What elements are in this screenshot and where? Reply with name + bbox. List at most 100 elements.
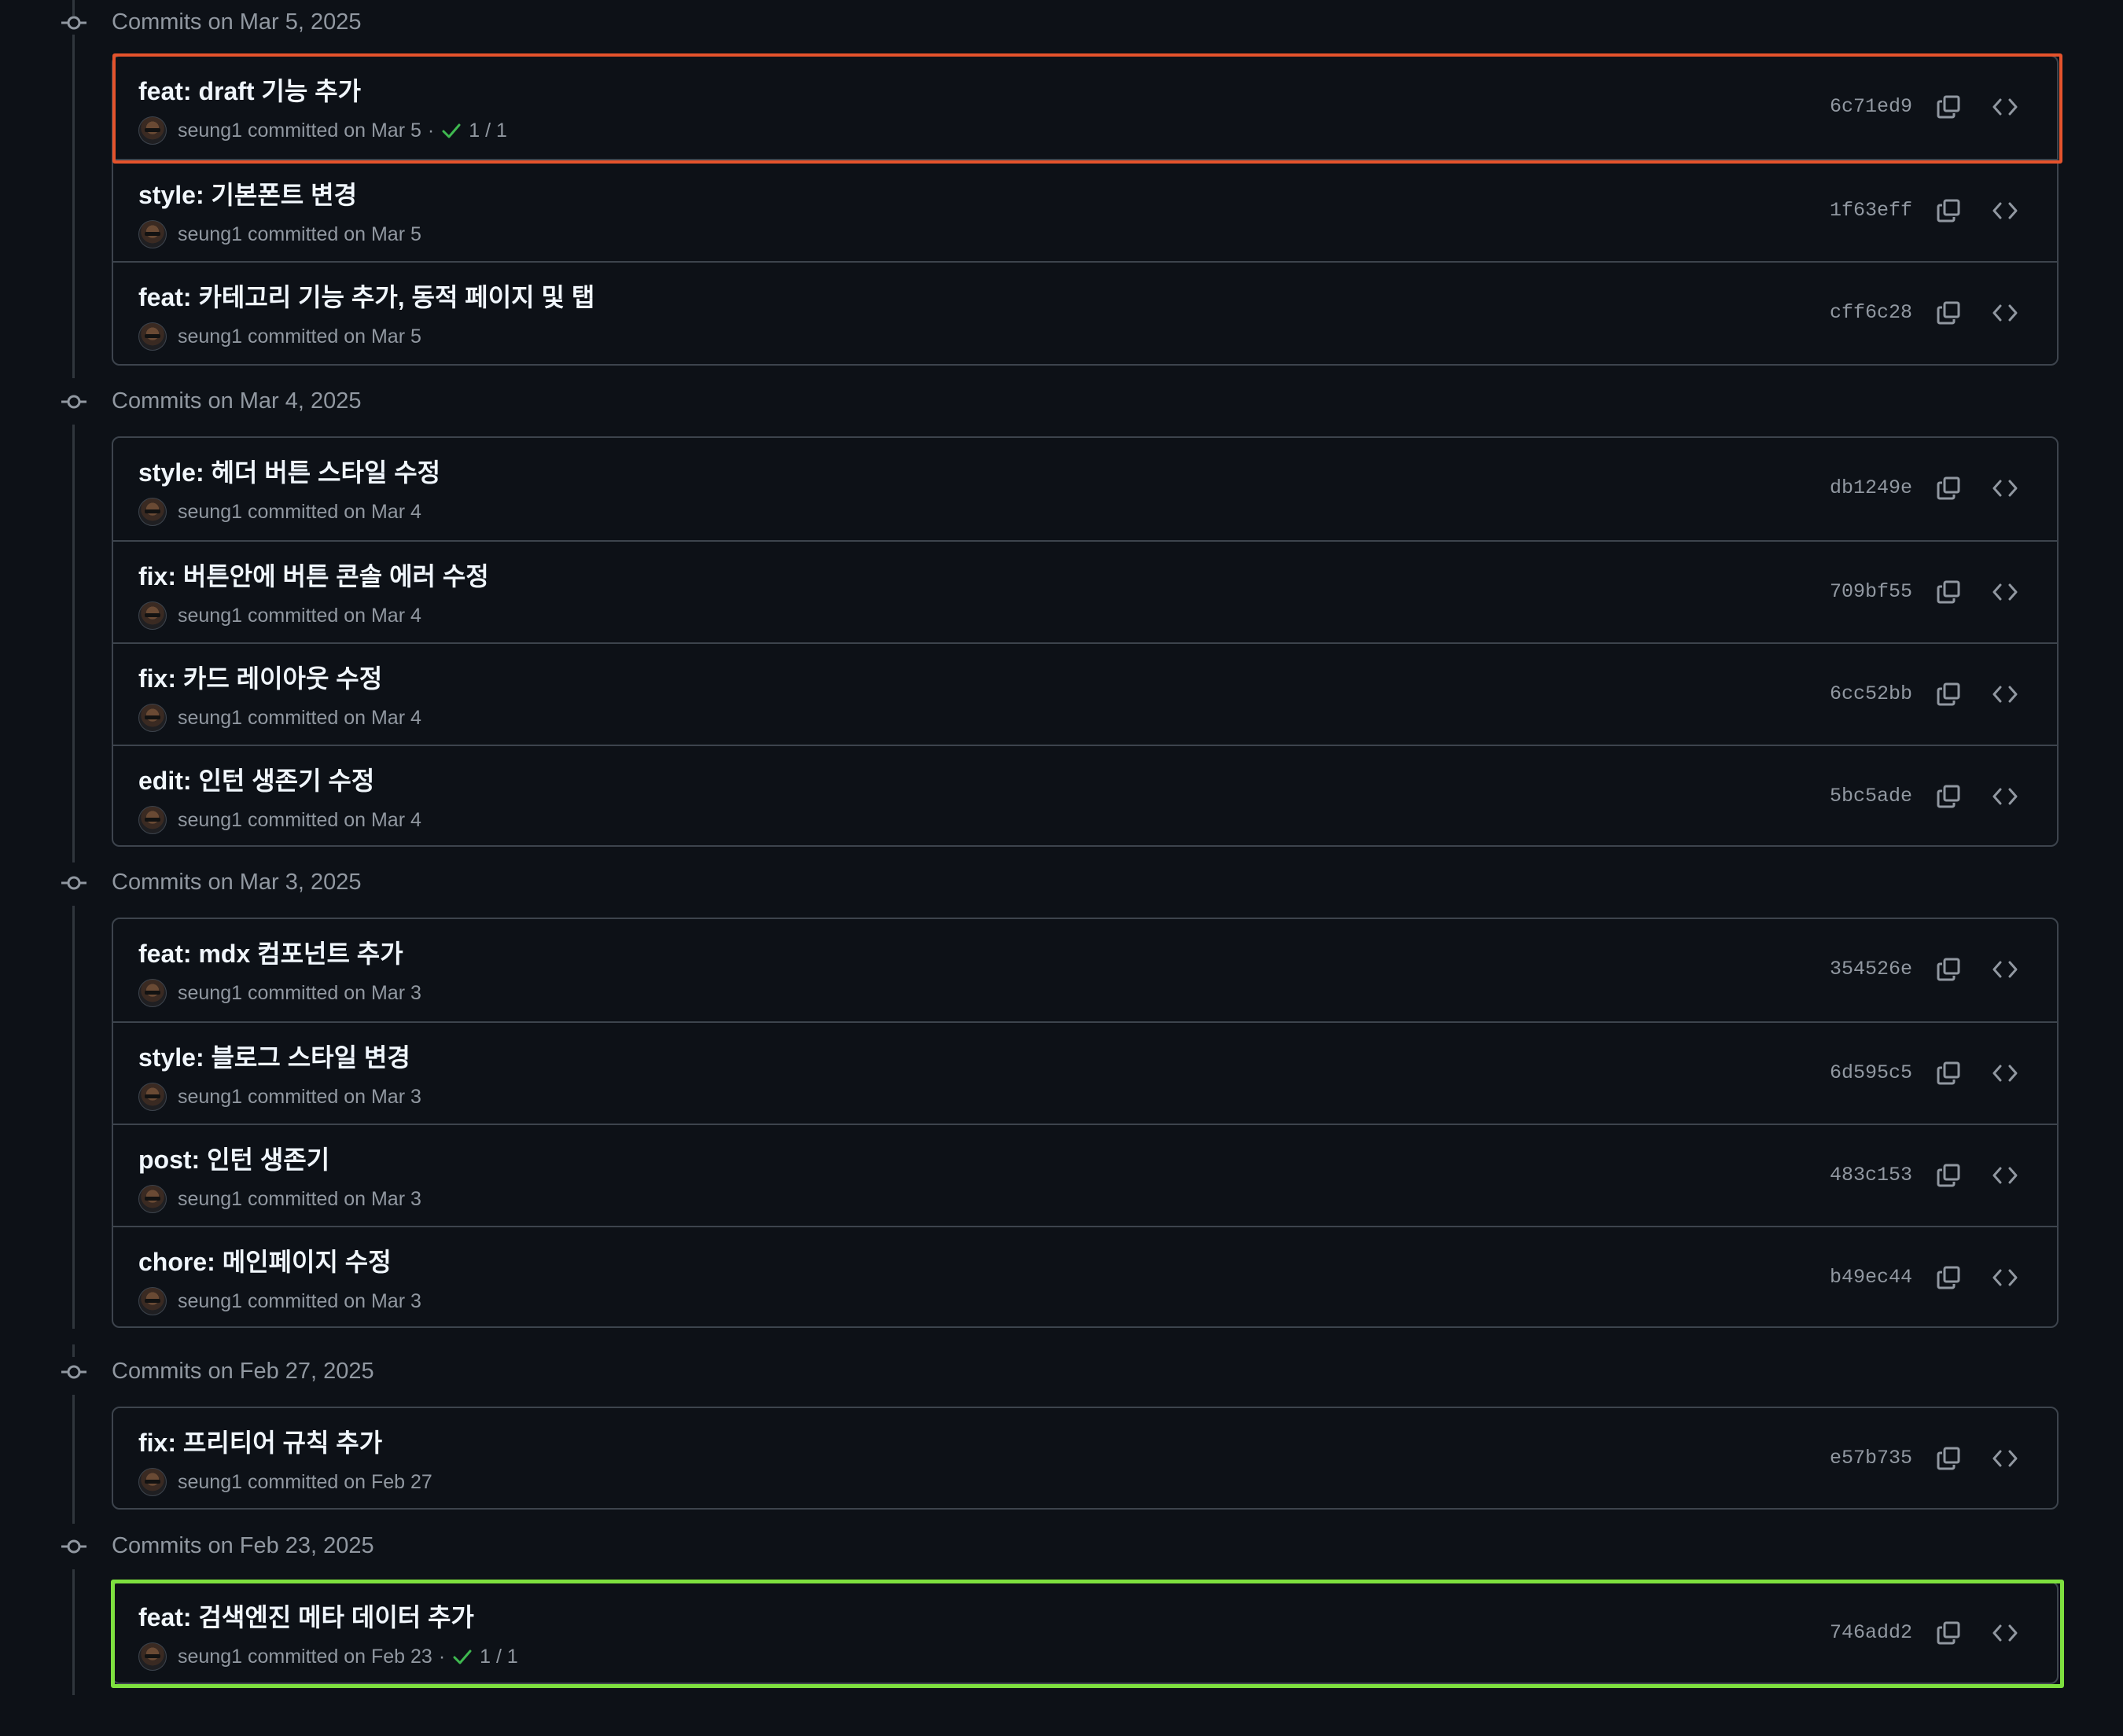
commit-message-link[interactable]: style: 블로그 스타일 변경: [138, 1042, 410, 1073]
commit-meta: seung1 committed on Mar 4: [138, 601, 421, 630]
commit-sha-link[interactable]: db1249e: [1830, 474, 1912, 502]
commit-sha-link[interactable]: e57b735: [1830, 1444, 1912, 1473]
code-icon: [1992, 1065, 2018, 1082]
commit-row[interactable]: edit: 인턴 생존기 수정 seung1 committed on Mar …: [113, 745, 2057, 845]
copy-sha-button[interactable]: [1931, 677, 1966, 712]
commit-sha-link[interactable]: 746add2: [1830, 1619, 1912, 1647]
commit-meta: seung1 committed on Mar 3: [138, 1185, 421, 1213]
copy-sha-button[interactable]: [1931, 575, 1966, 609]
copy-icon: [1937, 1621, 1960, 1645]
commit-row[interactable]: feat: draft 기능 추가 seung1 committed on Ma…: [113, 57, 2057, 159]
commit-sha-link[interactable]: 354526e: [1830, 955, 1912, 984]
avatar[interactable]: [138, 1642, 167, 1671]
browse-repo-button[interactable]: [1988, 1616, 2022, 1650]
commit-sha-link[interactable]: 6c71ed9: [1830, 93, 1912, 121]
commit-row[interactable]: post: 인턴 생존기 seung1 committed on Mar 3 4…: [113, 1124, 2057, 1226]
browse-repo-button[interactable]: [1988, 1158, 2022, 1193]
avatar[interactable]: [138, 1468, 167, 1496]
avatar[interactable]: [138, 220, 167, 248]
commit-row[interactable]: feat: 검색엔진 메타 데이터 추가 seung1 committed on…: [113, 1583, 2057, 1683]
commit-message-link[interactable]: edit: 인턴 생존기 수정: [138, 765, 374, 796]
copy-sha-button[interactable]: [1931, 779, 1966, 814]
avatar[interactable]: [138, 601, 167, 630]
commit-message-link[interactable]: feat: mdx 컴포넌트 추가: [138, 938, 403, 969]
browse-repo-button[interactable]: [1988, 1260, 2022, 1295]
browse-repo-button[interactable]: [1988, 471, 2022, 506]
copy-sha-button[interactable]: [1931, 1158, 1966, 1193]
avatar[interactable]: [138, 704, 167, 732]
copy-sha-button[interactable]: [1931, 193, 1966, 228]
commit-row[interactable]: style: 블로그 스타일 변경 seung1 committed on Ma…: [113, 1021, 2057, 1124]
commit-message-link[interactable]: feat: 카테고리 기능 추가, 동적 페이지 및 탭: [138, 281, 594, 313]
timeline-line: [72, 425, 75, 862]
commit-sha-link[interactable]: 6d595c5: [1830, 1059, 1912, 1087]
avatar[interactable]: [138, 979, 167, 1007]
checks-count[interactable]: 1 / 1: [480, 1646, 518, 1668]
avatar[interactable]: [138, 1083, 167, 1111]
browse-repo-button[interactable]: [1988, 1056, 2022, 1091]
commit-sha-link[interactable]: 709bf55: [1830, 578, 1912, 606]
browse-repo-button[interactable]: [1988, 779, 2022, 814]
commit-row[interactable]: style: 기본폰트 변경 seung1 committed on Mar 5…: [113, 159, 2057, 261]
commit-sha-link[interactable]: 1f63eff: [1830, 197, 1912, 225]
commit-sha-link[interactable]: cff6c28: [1830, 299, 1912, 327]
commit-row[interactable]: feat: mdx 컴포넌트 추가 seung1 committed on Ma…: [113, 919, 2057, 1021]
browse-repo-button[interactable]: [1988, 575, 2022, 609]
avatar[interactable]: [138, 322, 167, 351]
commit-sha-link[interactable]: b49ec44: [1830, 1263, 1912, 1292]
commit-group-title: Commits on Feb 23, 2025: [112, 1533, 374, 1558]
copy-sha-button[interactable]: [1931, 296, 1966, 330]
commit-message-link[interactable]: fix: 버튼안에 버튼 콘솔 에러 수정: [138, 561, 489, 592]
commit-row[interactable]: chore: 메인페이지 수정 seung1 committed on Mar …: [113, 1226, 2057, 1326]
avatar[interactable]: [138, 806, 167, 834]
avatar[interactable]: [138, 1185, 167, 1213]
check-icon[interactable]: [451, 1646, 473, 1668]
copy-sha-button[interactable]: [1931, 90, 1966, 124]
commit-message-link[interactable]: style: 헤더 버튼 스타일 수정: [138, 457, 440, 488]
copy-sha-button[interactable]: [1931, 952, 1966, 987]
commit-message-link[interactable]: feat: 검색엔진 메타 데이터 추가: [138, 1602, 474, 1633]
git-commit-icon: [61, 395, 86, 409]
commit-meta: seung1 committed on Mar 4: [138, 704, 421, 732]
copy-sha-button[interactable]: [1931, 1056, 1966, 1091]
browse-repo-button[interactable]: [1988, 296, 2022, 330]
copy-sha-button[interactable]: [1931, 1260, 1966, 1295]
copy-sha-button[interactable]: [1931, 471, 1966, 506]
check-icon[interactable]: [440, 120, 462, 142]
copy-sha-button[interactable]: [1931, 1441, 1966, 1476]
avatar[interactable]: [138, 1287, 167, 1315]
commit-meta: seung1 committed on Mar 4: [138, 498, 421, 526]
copy-icon: [1937, 95, 1960, 119]
commit-message-link[interactable]: feat: draft 기능 추가: [138, 75, 361, 107]
checks-count[interactable]: 1 / 1: [469, 120, 507, 142]
browse-repo-button[interactable]: [1988, 90, 2022, 124]
code-icon: [1992, 1624, 2018, 1642]
browse-repo-button[interactable]: [1988, 193, 2022, 228]
browse-repo-button[interactable]: [1988, 952, 2022, 987]
git-commit-icon: [61, 1365, 86, 1379]
copy-sha-button[interactable]: [1931, 1616, 1966, 1650]
commit-sha-link[interactable]: 6cc52bb: [1830, 680, 1912, 708]
browse-repo-button[interactable]: [1988, 1441, 2022, 1476]
avatar[interactable]: [138, 498, 167, 526]
commit-sha-link[interactable]: 5bc5ade: [1830, 782, 1912, 811]
commit-row[interactable]: feat: 카테고리 기능 추가, 동적 페이지 및 탭 seung1 comm…: [113, 261, 2057, 363]
commit-meta: seung1 committed on Mar 5: [138, 322, 421, 351]
commit-message-link[interactable]: fix: 프리티어 규칙 추가: [138, 1427, 382, 1458]
avatar[interactable]: [138, 116, 167, 145]
browse-repo-button[interactable]: [1988, 677, 2022, 712]
commit-meta: seung1 committed on Mar 5: [138, 220, 421, 248]
commit-row[interactable]: fix: 카드 레이아웃 수정 seung1 committed on Mar …: [113, 642, 2057, 745]
commit-sha-link[interactable]: 483c153: [1830, 1161, 1912, 1190]
copy-icon: [1937, 580, 1960, 604]
commit-message-link[interactable]: post: 인턴 생존기: [138, 1144, 329, 1175]
copy-icon: [1937, 785, 1960, 808]
commit-message-link[interactable]: fix: 카드 레이아웃 수정: [138, 663, 382, 694]
commit-row[interactable]: style: 헤더 버튼 스타일 수정 seung1 committed on …: [113, 438, 2057, 540]
commit-meta: seung1 committed on Mar 4: [138, 806, 421, 834]
commit-row[interactable]: fix: 프리티어 규칙 추가 seung1 committed on Feb …: [113, 1408, 2057, 1508]
commit-message-link[interactable]: style: 기본폰트 변경: [138, 179, 357, 211]
commit-message-link[interactable]: chore: 메인페이지 수정: [138, 1246, 392, 1278]
commit-meta: seung1 committed on Feb 23 · 1 / 1: [138, 1642, 518, 1671]
commit-row[interactable]: fix: 버튼안에 버튼 콘솔 에러 수정 seung1 committed o…: [113, 540, 2057, 642]
